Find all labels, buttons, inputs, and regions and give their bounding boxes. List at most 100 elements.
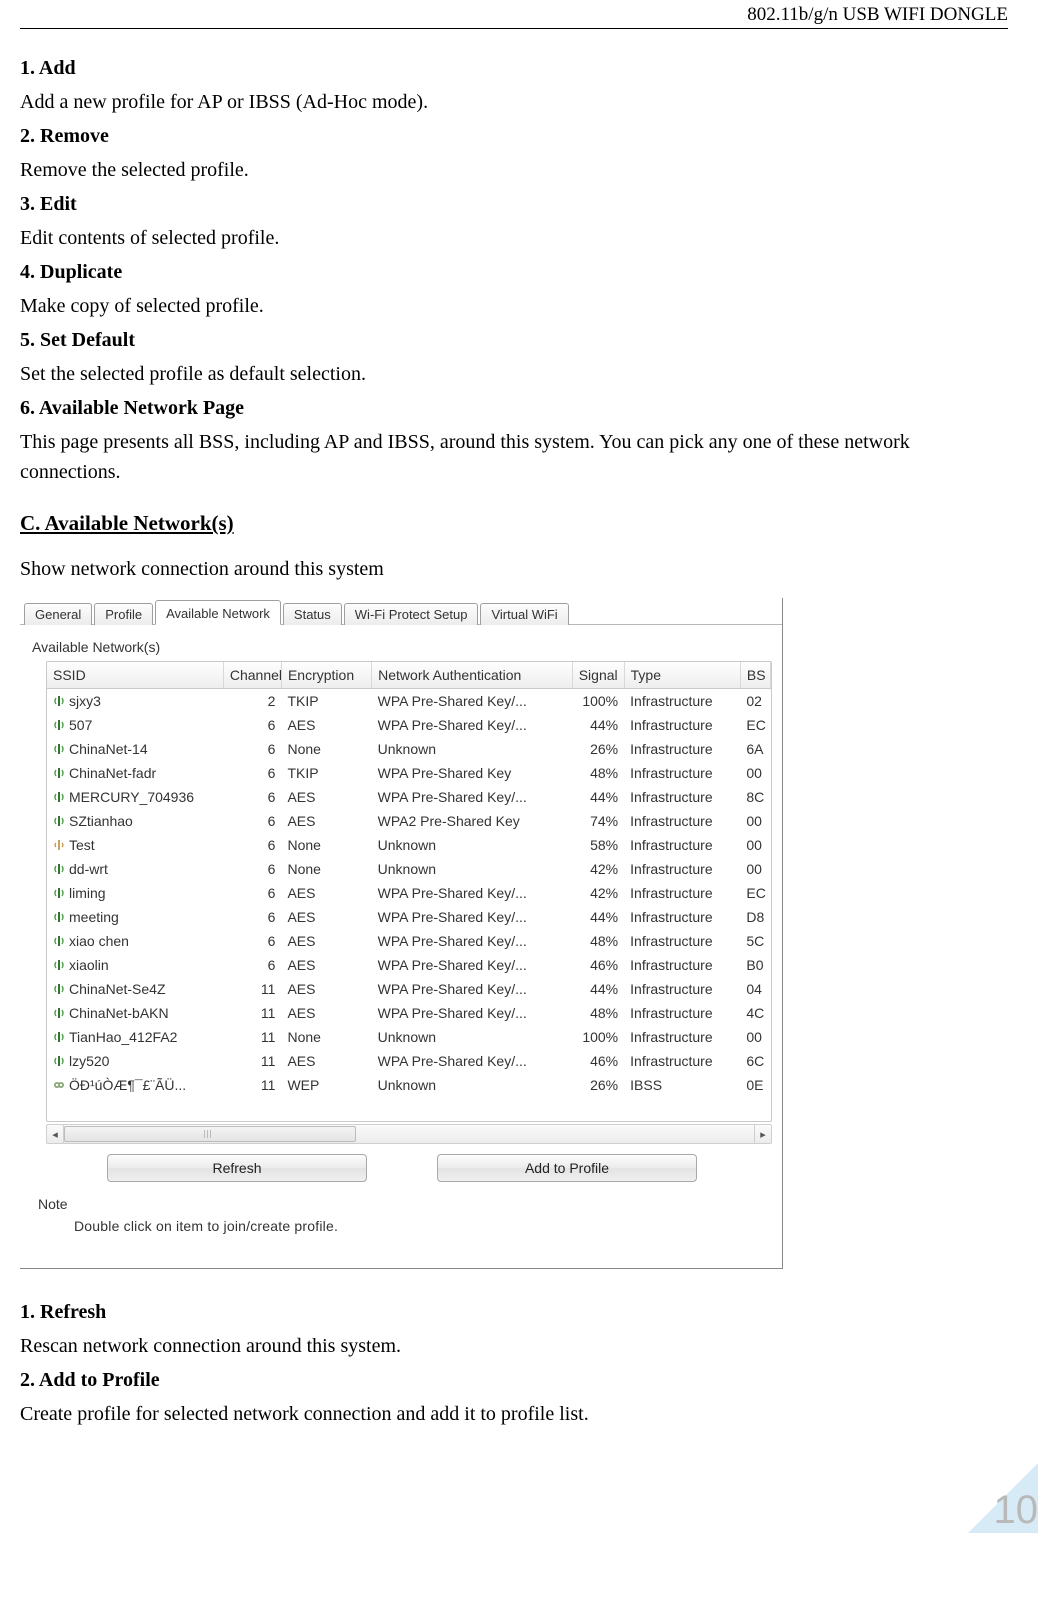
table-cell: Infrastructure: [624, 929, 740, 953]
section-c-intro: Show network connection around this syst…: [20, 554, 1008, 584]
scroll-track[interactable]: [64, 1125, 754, 1143]
table-cell: AES: [281, 1001, 371, 1025]
wifi-network-icon: [53, 815, 65, 827]
table-cell: 6: [223, 809, 281, 833]
table-cell: 74%: [572, 809, 624, 833]
ssid-text: ChinaNet-fadr: [69, 765, 156, 781]
add-to-profile-button[interactable]: Add to Profile: [437, 1154, 697, 1182]
table-cell: 44%: [572, 785, 624, 809]
wifi-network-icon: [53, 695, 65, 707]
ssid-text: ChinaNet-14: [69, 741, 148, 757]
column-header[interactable]: Encryption: [281, 662, 371, 689]
column-header[interactable]: BS: [740, 662, 770, 689]
table-cell: 6C: [740, 1049, 770, 1073]
ssid-text: liming: [69, 885, 106, 901]
table-cell: 4C: [740, 1001, 770, 1025]
definition-text: Remove the selected profile.: [20, 155, 1008, 185]
table-cell: IBSS: [624, 1073, 740, 1097]
page-header: 802.11b/g/n USB WIFI DONGLE: [20, 0, 1008, 29]
horizontal-scrollbar[interactable]: ◂ ▸: [46, 1124, 772, 1144]
tab-status[interactable]: Status: [283, 603, 342, 625]
table-cell: 6: [223, 881, 281, 905]
table-cell: 100%: [572, 689, 624, 714]
table-cell: 02: [740, 689, 770, 714]
ssid-text: ChinaNet-bAKN: [69, 1005, 169, 1021]
table-cell: 6: [223, 905, 281, 929]
wifi-network-icon: [53, 743, 65, 755]
table-cell: AES: [281, 1049, 371, 1073]
table-cell: Unknown: [372, 1073, 572, 1097]
ssid-text: TianHao_412FA2: [69, 1029, 177, 1045]
table-cell: AES: [281, 713, 371, 737]
table-row[interactable]: TianHao_412FA211NoneUnknown100%Infrastru…: [47, 1025, 771, 1049]
table-row[interactable]: dd-wrt6NoneUnknown42%Infrastructure00: [47, 857, 771, 881]
table-cell: 42%: [572, 881, 624, 905]
table-cell: AES: [281, 881, 371, 905]
table-row[interactable]: ChinaNet-146NoneUnknown26%Infrastructure…: [47, 737, 771, 761]
table-cell: 100%: [572, 1025, 624, 1049]
table-row[interactable]: ChinaNet-Se4Z11AESWPA Pre-Shared Key/...…: [47, 977, 771, 1001]
table-row[interactable]: liming6AESWPA Pre-Shared Key/...42%Infra…: [47, 881, 771, 905]
ssid-text: dd-wrt: [69, 861, 108, 877]
table-row[interactable]: xiao chen6AESWPA Pre-Shared Key/...48%In…: [47, 929, 771, 953]
table-row[interactable]: ChinaNet-fadr6TKIPWPA Pre-Shared Key48%I…: [47, 761, 771, 785]
table-row[interactable]: lzy52011AESWPA Pre-Shared Key/...46%Infr…: [47, 1049, 771, 1073]
column-header[interactable]: Network Authentication: [372, 662, 572, 689]
table-cell: WPA Pre-Shared Key/...: [372, 1001, 572, 1025]
table-cell: TKIP: [281, 689, 371, 714]
table-cell: Infrastructure: [624, 881, 740, 905]
table-cell: 44%: [572, 905, 624, 929]
header-title: 802.11b/g/n USB WIFI DONGLE: [747, 4, 1008, 25]
tab-wi-fi-protect-setup[interactable]: Wi-Fi Protect Setup: [344, 603, 479, 625]
table-cell: EC: [740, 881, 770, 905]
network-table[interactable]: SSIDChannelEncryptionNetwork Authenticat…: [47, 662, 771, 1121]
table-cell: WPA Pre-Shared Key/...: [372, 953, 572, 977]
table-cell: Infrastructure: [624, 1049, 740, 1073]
tab-general[interactable]: General: [24, 603, 92, 625]
table-row[interactable]: Test6NoneUnknown58%Infrastructure00: [47, 833, 771, 857]
table-cell: 6: [223, 953, 281, 977]
definition-text: Make copy of selected profile.: [20, 291, 1008, 321]
note-label: Note: [38, 1196, 772, 1212]
table-cell: AES: [281, 809, 371, 833]
table-row[interactable]: SZtianhao 6AESWPA2 Pre-Shared Key74%Infra…: [47, 809, 771, 833]
table-row[interactable]: ÖÐ¹úÒÆ¶¯£¨ÃÜ...11WEPUnknown26%IBSS0E: [47, 1073, 771, 1097]
table-cell: AES: [281, 929, 371, 953]
table-row[interactable]: 5076AESWPA Pre-Shared Key/...44%Infrastr…: [47, 713, 771, 737]
ssid-text: lzy520: [69, 1053, 109, 1069]
table-cell: 48%: [572, 929, 624, 953]
ssid-text: SZtianhao: [69, 813, 133, 829]
scroll-left-arrow-icon[interactable]: ◂: [47, 1125, 64, 1143]
table-cell: Infrastructure: [624, 1025, 740, 1049]
table-cell: WPA2 Pre-Shared Key: [372, 809, 572, 833]
table-row[interactable]: meeting6AESWPA Pre-Shared Key/...44%Infr…: [47, 905, 771, 929]
table-row[interactable]: sjxy32TKIPWPA Pre-Shared Key/...100%Infr…: [47, 689, 771, 714]
definition-heading: 1. Refresh: [20, 1297, 1008, 1327]
scroll-right-arrow-icon[interactable]: ▸: [754, 1125, 771, 1143]
table-cell: None: [281, 737, 371, 761]
table-cell: 6: [223, 785, 281, 809]
table-row[interactable]: xiaolin6AESWPA Pre-Shared Key/...46%Infr…: [47, 953, 771, 977]
column-header[interactable]: SSID: [47, 662, 223, 689]
table-cell: 00: [740, 857, 770, 881]
table-cell: Infrastructure: [624, 809, 740, 833]
table-cell: 26%: [572, 737, 624, 761]
column-header[interactable]: Channel: [223, 662, 281, 689]
table-cell: AES: [281, 785, 371, 809]
scroll-thumb[interactable]: [64, 1126, 356, 1142]
tab-available-network[interactable]: Available Network: [155, 600, 281, 625]
column-header[interactable]: Signal: [572, 662, 624, 689]
table-cell: 48%: [572, 1001, 624, 1025]
table-row[interactable]: ChinaNet-bAKN11AESWPA Pre-Shared Key/...…: [47, 1001, 771, 1025]
table-cell: 8C: [740, 785, 770, 809]
table-row[interactable]: MERCURY_7049366AESWPA Pre-Shared Key/...…: [47, 785, 771, 809]
definition-text: Create profile for selected network conn…: [20, 1399, 1008, 1429]
column-header[interactable]: Type: [624, 662, 740, 689]
table-cell: 00: [740, 833, 770, 857]
tab-profile[interactable]: Profile: [94, 603, 153, 625]
wifi-network-icon: [53, 719, 65, 731]
table-cell: 6: [223, 737, 281, 761]
tab-virtual-wifi[interactable]: Virtual WiFi: [480, 603, 568, 625]
wifi-network-icon: [53, 767, 65, 779]
refresh-button[interactable]: Refresh: [107, 1154, 367, 1182]
